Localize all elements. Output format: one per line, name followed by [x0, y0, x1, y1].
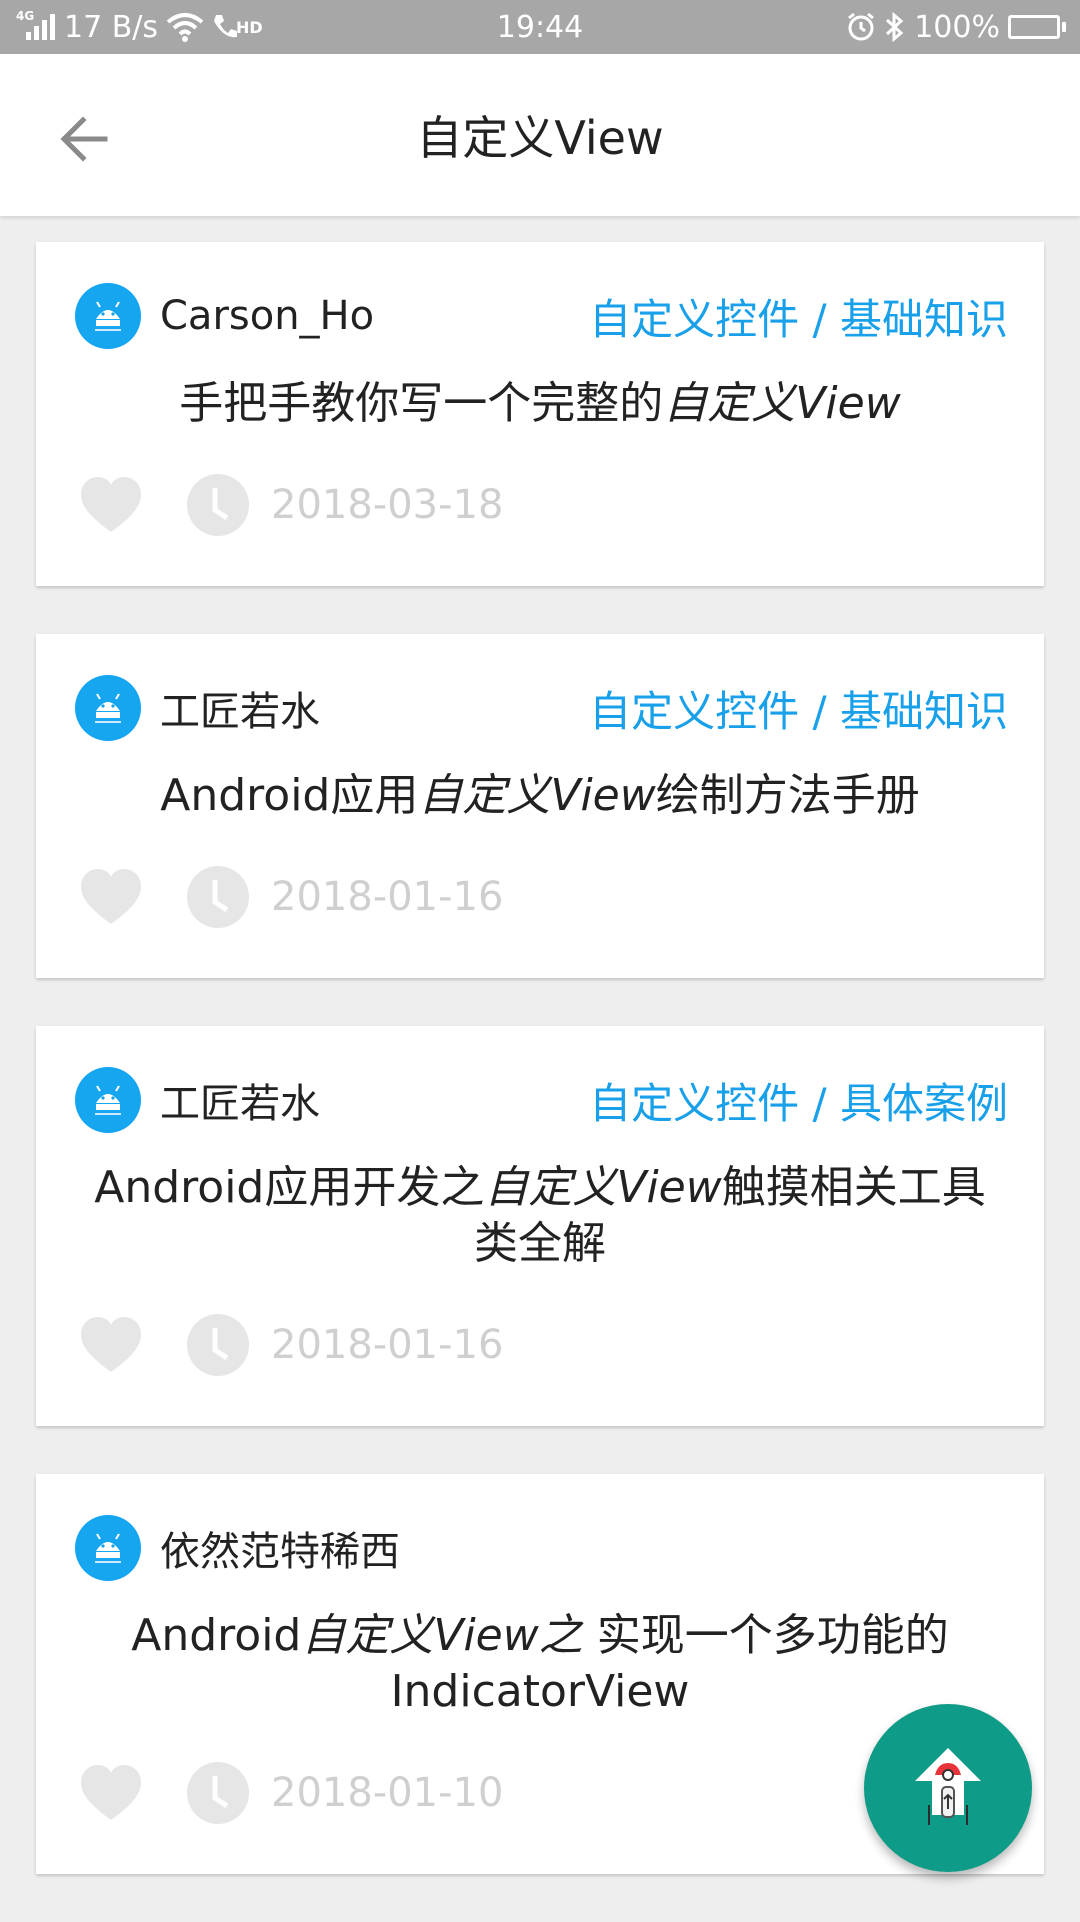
avatar [75, 1067, 141, 1133]
author-name[interactable]: 工匠若水 [160, 675, 320, 741]
card-header: 工匠若水 自定义控件 / 基础知识 [36, 634, 1044, 768]
like-button[interactable] [78, 1760, 144, 1826]
author-name[interactable]: 依然范特稀西 [160, 1515, 400, 1581]
rocket-up-icon [915, 1748, 981, 1825]
publish-date: 2018-01-16 [271, 1322, 504, 1368]
title-text: 绘制方法手册 [655, 770, 920, 821]
android-robot-icon [95, 1085, 121, 1115]
clock-icon [187, 1762, 249, 1824]
title-text: Android [131, 1610, 302, 1661]
card-header: Carson_Ho 自定义控件 / 基础知识 [36, 242, 1044, 376]
chapter-link[interactable]: 自定义控件 / 具体案例 [589, 1067, 1008, 1133]
publish-date: 2018-03-18 [271, 482, 504, 528]
clock-icon [187, 474, 249, 536]
android-robot-icon [95, 301, 121, 331]
avatar [75, 283, 141, 349]
page-title: 自定义View [416, 111, 664, 165]
heart-icon [81, 1765, 141, 1820]
card-footer: 2018-01-16 [36, 1272, 1044, 1426]
title-text: Android应用 [160, 770, 419, 821]
android-robot-icon [95, 693, 121, 723]
clock-icon [187, 1314, 249, 1376]
article-card[interactable]: 工匠若水 自定义控件 / 基础知识 Android应用自定义View绘制方法手册… [36, 634, 1044, 978]
bluetooth-icon [886, 12, 904, 42]
chapter-link[interactable]: 自定义控件 / 基础知识 [589, 675, 1008, 741]
article-card[interactable]: Carson_Ho 自定义控件 / 基础知识 手把手教你写一个完整的自定义Vie… [36, 242, 1044, 586]
article-list[interactable]: Carson_Ho 自定义控件 / 基础知识 手把手教你写一个完整的自定义Vie… [36, 242, 1044, 1922]
like-button[interactable] [78, 472, 144, 538]
status-right: 100% [846, 0, 1066, 54]
article-title[interactable]: Android自定义View之 实现一个多功能的IndicatorView [36, 1608, 1044, 1720]
publish-date: 2018-01-10 [271, 1770, 504, 1816]
heart-icon [81, 477, 141, 532]
scroll-to-top-button[interactable] [864, 1704, 1032, 1872]
like-button[interactable] [78, 864, 144, 930]
title-highlight: 自定义View [418, 770, 656, 821]
like-button[interactable] [78, 1312, 144, 1378]
battery-icon [1008, 15, 1066, 39]
article-title[interactable]: 手把手教你写一个完整的自定义View [36, 376, 1044, 432]
article-title[interactable]: Android应用开发之自定义View触摸相关工具类全解 [36, 1160, 1044, 1272]
avatar [75, 1515, 141, 1581]
clock-icon [187, 866, 249, 928]
android-robot-icon [95, 1533, 121, 1563]
card-footer: 2018-01-16 [36, 824, 1044, 978]
title-text: Android应用开发之 [94, 1162, 485, 1213]
title-text: 手把手教你写一个完整的 [179, 378, 664, 429]
author-name[interactable]: 工匠若水 [160, 1067, 320, 1133]
title-highlight: 自定义View之 [301, 1610, 583, 1661]
alarm-icon [848, 12, 875, 41]
card-header: 工匠若水 自定义控件 / 具体案例 [36, 1026, 1044, 1160]
card-footer: 2018-03-18 [36, 432, 1044, 586]
heart-icon [81, 869, 141, 924]
title-highlight: 自定义View [663, 378, 901, 429]
status-time: 19:44 [496, 9, 584, 45]
avatar [75, 675, 141, 741]
author-name[interactable]: Carson_Ho [160, 283, 374, 349]
status-bar: 4G 17 B/s HD 19:44 100% [0, 0, 1080, 54]
chapter-link[interactable]: 自定义控件 / 基础知识 [589, 283, 1008, 349]
article-title[interactable]: Android应用自定义View绘制方法手册 [36, 768, 1044, 824]
battery-percent: 100% [914, 9, 1000, 45]
card-header: 依然范特稀西 [36, 1474, 1044, 1608]
heart-icon [81, 1317, 141, 1372]
article-card[interactable]: 工匠若水 自定义控件 / 具体案例 Android应用开发之自定义View触摸相… [36, 1026, 1044, 1426]
toolbar: 自定义View [0, 54, 1080, 216]
title-highlight: 自定义View [484, 1162, 722, 1213]
publish-date: 2018-01-16 [271, 874, 504, 920]
